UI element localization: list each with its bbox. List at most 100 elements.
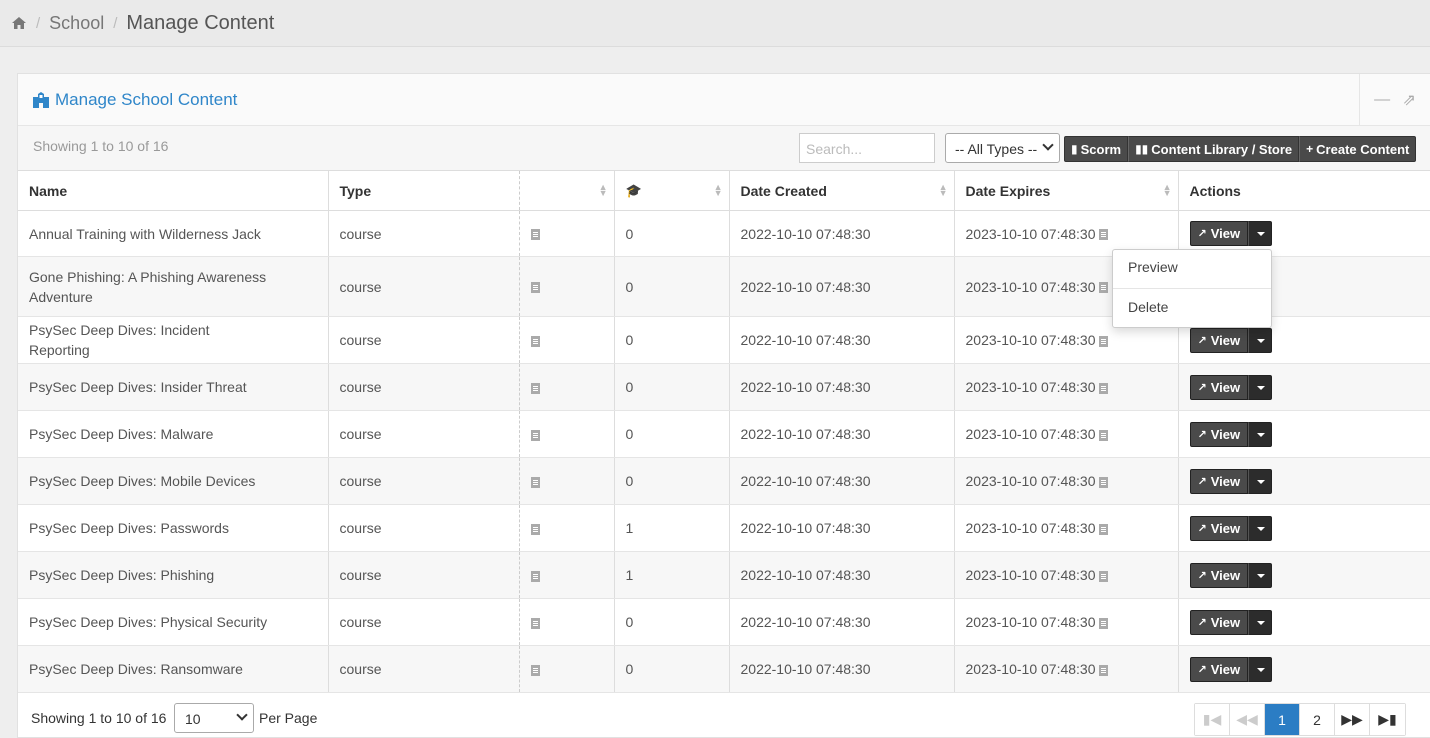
edit-expiry-icon[interactable] bbox=[1099, 476, 1109, 488]
view-dropdown-toggle[interactable] bbox=[1248, 562, 1273, 588]
page-button-1[interactable]: 1 bbox=[1265, 704, 1300, 735]
page-button-2[interactable]: 2 bbox=[1300, 704, 1335, 735]
cell-count: 1 bbox=[614, 551, 730, 599]
home-icon[interactable] bbox=[11, 16, 27, 30]
next-page-button[interactable]: ▶▶ bbox=[1335, 704, 1370, 735]
edit-expiry-icon[interactable] bbox=[1099, 523, 1109, 535]
content-library-button-label: Content Library / Store bbox=[1151, 141, 1293, 157]
breadcrumb-school[interactable]: School bbox=[49, 13, 104, 34]
edit-expiry-icon[interactable] bbox=[1099, 335, 1109, 347]
cell-date-expires: 2023-10-10 07:48:30 bbox=[954, 363, 1179, 411]
edit-expiry-icon[interactable] bbox=[1099, 229, 1109, 241]
edit-expiry-icon[interactable] bbox=[1099, 617, 1109, 629]
create-content-button-label: Create Content bbox=[1316, 141, 1410, 157]
view-dropdown-toggle[interactable] bbox=[1248, 421, 1273, 447]
minus-icon[interactable]: — bbox=[1374, 91, 1390, 109]
edit-expiry-icon[interactable] bbox=[1099, 570, 1109, 582]
cell-file bbox=[519, 363, 615, 411]
view-button-group: ↗View bbox=[1189, 468, 1273, 494]
type-filter-select[interactable]: -- All Types -- bbox=[945, 133, 1060, 163]
cell-date-created: 2022-10-10 07:48:30 bbox=[729, 410, 955, 458]
previous-page-button[interactable]: ◀◀ bbox=[1230, 704, 1265, 735]
file-icon[interactable] bbox=[530, 335, 540, 347]
edit-expiry-icon[interactable] bbox=[1099, 382, 1109, 394]
view-button[interactable]: ↗View bbox=[1189, 374, 1249, 400]
file-icon[interactable] bbox=[530, 617, 540, 629]
file-icon[interactable] bbox=[530, 570, 540, 582]
view-button-group: ↗View bbox=[1189, 656, 1273, 682]
column-header-file[interactable]: ▲ ▼ bbox=[519, 170, 615, 211]
date-created: 2022-10-10 07:48:30 bbox=[740, 225, 871, 242]
view-dropdown-toggle[interactable] bbox=[1248, 327, 1273, 353]
column-name-label: Name bbox=[29, 182, 68, 199]
edit-expiry-icon[interactable] bbox=[1099, 664, 1109, 676]
view-dropdown-toggle[interactable] bbox=[1248, 374, 1273, 400]
scorm-button[interactable]: ▮ Scorm bbox=[1064, 136, 1129, 162]
chart-line-icon: ↗ bbox=[1197, 475, 1207, 488]
compress-icon[interactable]: ⇗ bbox=[1402, 90, 1415, 110]
table-row: PsySec Deep Dives: Insider Threat course 0… bbox=[18, 363, 1430, 411]
last-page-button[interactable]: ▶▮ bbox=[1370, 704, 1405, 735]
chevron-down-icon bbox=[236, 709, 248, 721]
edit-expiry-icon[interactable] bbox=[1099, 429, 1109, 441]
column-header-enrolled[interactable]: 🎓 ▲ ▼ bbox=[614, 170, 730, 211]
file-icon[interactable] bbox=[530, 476, 540, 488]
view-button[interactable]: ↗View bbox=[1189, 609, 1249, 635]
edit-expiry-icon[interactable] bbox=[1099, 282, 1109, 294]
sort-icon: ▲ ▼ bbox=[938, 182, 948, 198]
view-button-label: View bbox=[1210, 614, 1241, 630]
plus-icon: + bbox=[1306, 142, 1314, 156]
view-button[interactable]: ↗View bbox=[1189, 656, 1249, 682]
cell-date-created: 2022-10-10 07:48:30 bbox=[729, 210, 955, 257]
column-header-date-expires[interactable]: Date Expires ▲ ▼ bbox=[954, 170, 1179, 211]
search-input[interactable]: Search... bbox=[799, 133, 935, 163]
view-dropdown-toggle[interactable] bbox=[1248, 515, 1273, 541]
view-button[interactable]: ↗View bbox=[1189, 327, 1249, 353]
file-icon[interactable] bbox=[530, 382, 540, 394]
view-button-label: View bbox=[1210, 520, 1241, 536]
enrolled-count: 0 bbox=[625, 661, 634, 677]
cell-file bbox=[519, 504, 615, 552]
column-header-type[interactable]: Type bbox=[328, 170, 520, 211]
file-icon[interactable] bbox=[530, 282, 540, 294]
library-icon: ▮▮ bbox=[1135, 142, 1149, 156]
per-page-select[interactable]: 10 bbox=[174, 703, 254, 733]
view-button[interactable]: ↗View bbox=[1189, 421, 1249, 447]
view-dropdown-toggle[interactable] bbox=[1248, 656, 1273, 682]
column-header-name[interactable]: Name bbox=[18, 170, 329, 211]
cell-actions: ↗View bbox=[1178, 645, 1430, 693]
content-action-buttons: ▮ Scorm ▮▮ Content Library / Store + Create… bbox=[1064, 136, 1417, 162]
file-icon[interactable] bbox=[530, 523, 540, 535]
cell-date-expires: 2023-10-10 07:48:30 bbox=[954, 598, 1179, 646]
view-dropdown-toggle[interactable] bbox=[1248, 221, 1273, 246]
file-icon[interactable] bbox=[530, 664, 540, 676]
view-button[interactable]: ↗View bbox=[1189, 515, 1249, 541]
per-page-label: Per Page bbox=[259, 710, 318, 726]
view-dropdown-toggle[interactable] bbox=[1248, 609, 1273, 635]
cell-type: course bbox=[328, 256, 520, 317]
cell-count: 0 bbox=[614, 316, 730, 364]
view-dropdown-toggle[interactable] bbox=[1248, 468, 1273, 494]
breadcrumb-separator: / bbox=[36, 14, 41, 32]
preview-menu-item[interactable]: Preview bbox=[1113, 250, 1271, 288]
date-created: 2022-10-10 07:48:30 bbox=[740, 661, 871, 677]
cell-count: 0 bbox=[614, 457, 730, 505]
view-button[interactable]: ↗View bbox=[1189, 562, 1249, 588]
date-expires: 2023-10-10 07:48:30 bbox=[965, 426, 1096, 442]
delete-menu-item[interactable]: Delete bbox=[1113, 290, 1271, 328]
cell-count: 0 bbox=[614, 645, 730, 693]
view-button[interactable]: ↗View bbox=[1189, 221, 1249, 246]
cell-type: course bbox=[328, 598, 520, 646]
cell-type: course bbox=[328, 645, 520, 693]
file-icon[interactable] bbox=[530, 429, 540, 441]
table-header-row: Name Type ▲ ▼ 🎓 ▲ ▼ Date Created ▲ ▼ Date Exp… bbox=[18, 170, 1430, 211]
create-content-button[interactable]: + Create Content bbox=[1299, 136, 1417, 162]
first-page-button[interactable]: ▮◀ bbox=[1195, 704, 1230, 735]
file-icon[interactable] bbox=[530, 229, 540, 241]
view-button[interactable]: ↗View bbox=[1189, 468, 1249, 494]
page-title: Manage Content bbox=[126, 11, 275, 34]
column-header-date-created[interactable]: Date Created ▲ ▼ bbox=[729, 170, 955, 211]
content-library-button[interactable]: ▮▮ Content Library / Store bbox=[1128, 136, 1300, 162]
per-page-value: 10 bbox=[185, 711, 201, 727]
view-button-group: ↗View bbox=[1189, 515, 1273, 541]
